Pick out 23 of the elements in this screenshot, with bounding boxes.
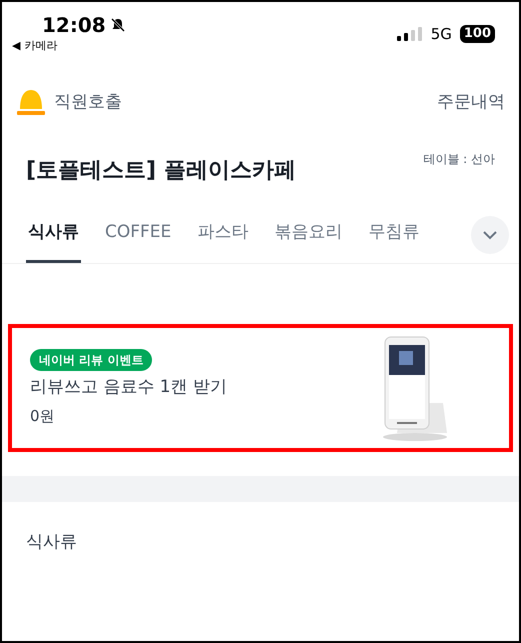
battery-indicator: 100 xyxy=(460,25,495,43)
expand-tabs-button[interactable] xyxy=(471,216,509,254)
promo-price: 0원 xyxy=(30,406,56,426)
section-title: 식사류 xyxy=(26,532,77,552)
store-name: [토플테스트] 플레이스카페 xyxy=(26,157,296,185)
network-label: 5G xyxy=(430,24,452,45)
category-tab[interactable]: 볶음요리 xyxy=(272,206,344,263)
signal-icon xyxy=(396,27,423,41)
back-arrow[interactable]: ◀ xyxy=(12,38,20,54)
category-tab[interactable]: 무침류 xyxy=(366,206,422,263)
table-label: 테이블 : 선아 xyxy=(423,151,495,168)
promo-card[interactable]: 네이버 리뷰 이벤트 리뷰쓰고 음료수 1캔 받기 0원 xyxy=(8,324,513,452)
back-app-link[interactable]: 카메라 xyxy=(24,38,58,54)
chevron-down-icon xyxy=(482,230,498,240)
promo-title: 리뷰쓰고 음료수 1캔 받기 xyxy=(30,376,228,399)
category-tab[interactable]: 식사류 xyxy=(26,206,81,263)
call-staff-button[interactable]: 직원호출 xyxy=(54,90,122,116)
category-tab[interactable]: 파스타 xyxy=(195,206,250,263)
event-badge: 네이버 리뷰 이벤트 xyxy=(30,349,152,371)
order-history-link[interactable]: 주문내역 xyxy=(437,90,505,116)
status-time: 12:08 xyxy=(42,12,106,38)
muted-bell-icon xyxy=(110,17,126,33)
category-tab[interactable]: COFFEE xyxy=(103,206,174,263)
